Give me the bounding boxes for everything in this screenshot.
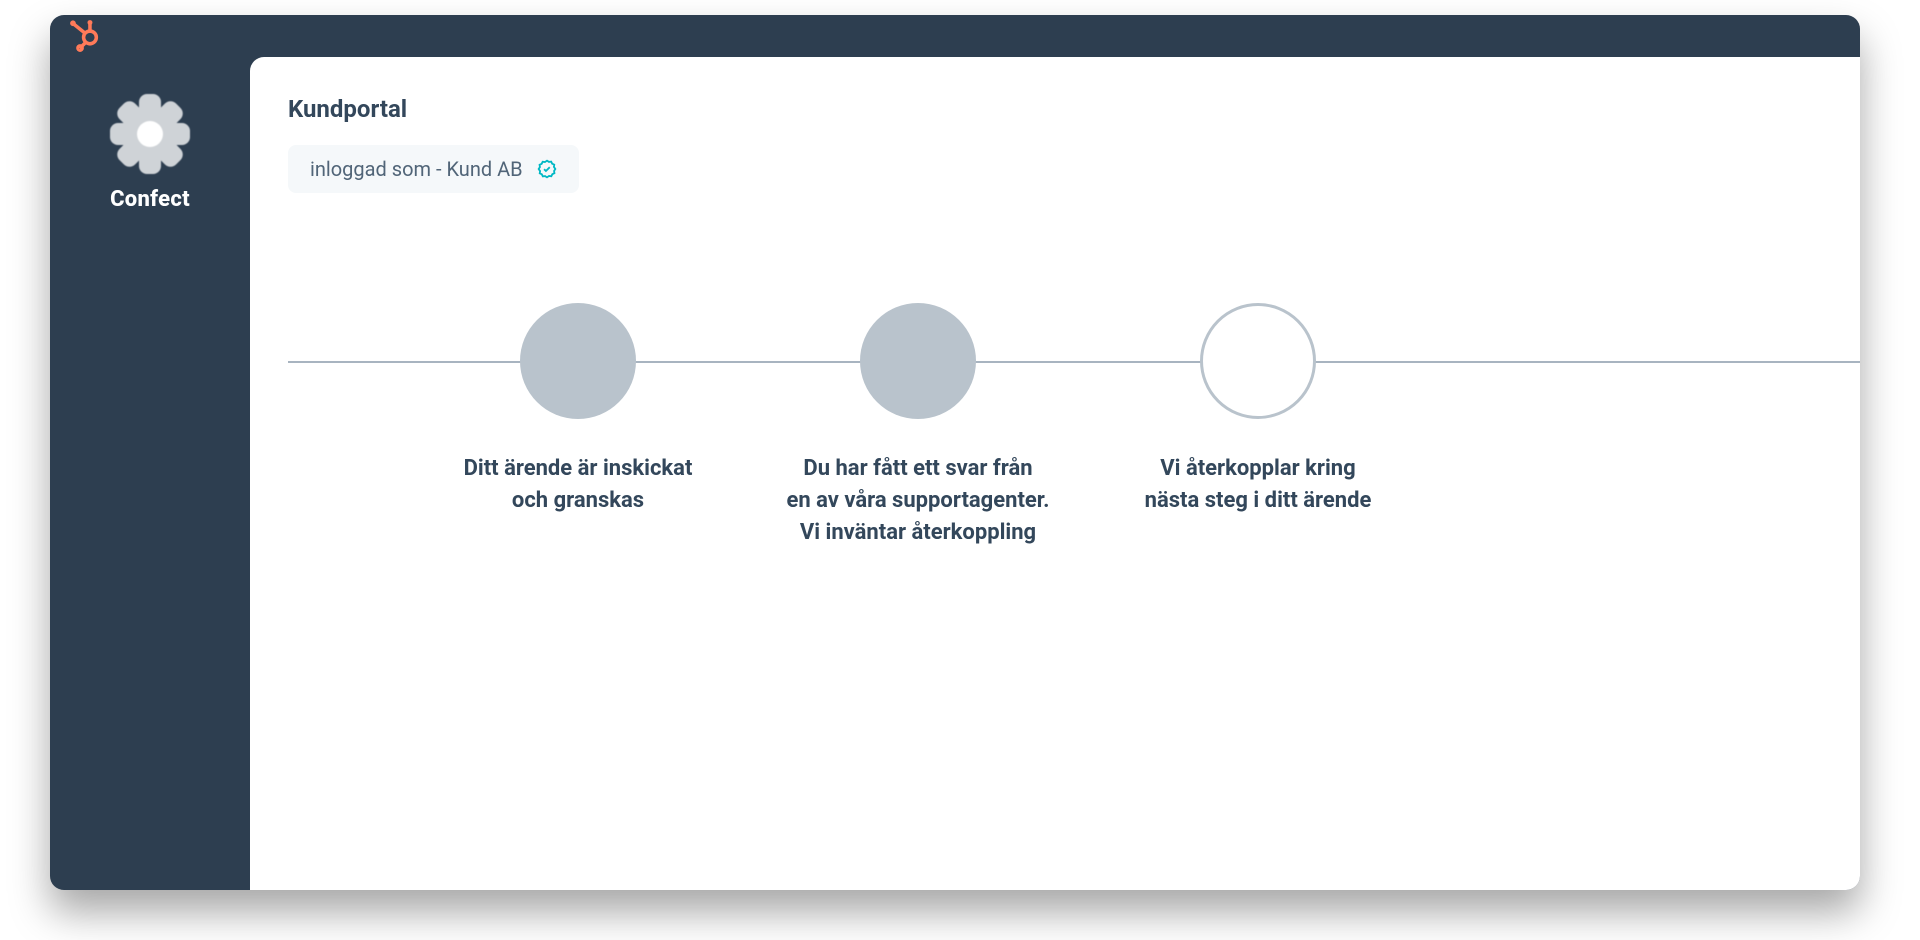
topbar: [50, 15, 1860, 57]
sidebar: Confect: [50, 57, 250, 890]
logged-in-chip[interactable]: inloggad som - Kund AB: [288, 145, 579, 193]
step-circle-done-icon: [520, 303, 636, 419]
brand-name: Confect: [110, 187, 190, 212]
step-label: Vi återkopplar kring nästa steg i ditt ä…: [1139, 453, 1378, 517]
brand-logo-icon: [111, 95, 189, 173]
hubspot-icon: [68, 19, 102, 53]
body-row: Confect Kundportal inloggad som - Kund A…: [50, 57, 1860, 890]
page-title: Kundportal: [288, 95, 1860, 123]
verified-icon: [537, 159, 557, 179]
progress-step: Ditt ärende är inskickat och granskas: [408, 303, 748, 549]
step-label: Du har fått ett svar från en av våra sup…: [780, 453, 1055, 549]
step-label: Ditt ärende är inskickat och granskas: [458, 453, 699, 517]
main-content: Kundportal inloggad som - Kund AB Ditt ä…: [250, 57, 1860, 890]
step-circle-pending-icon: [1200, 303, 1316, 419]
step-circle-done-icon: [860, 303, 976, 419]
progress-step: Du har fått ett svar från en av våra sup…: [748, 303, 1088, 549]
progress-step: Vi återkopplar kring nästa steg i ditt ä…: [1088, 303, 1428, 549]
app-frame: Confect Kundportal inloggad som - Kund A…: [50, 15, 1860, 890]
logged-in-text: inloggad som - Kund AB: [310, 157, 523, 181]
progress-tracker: Ditt ärende är inskickat och granskas Du…: [288, 303, 1860, 623]
